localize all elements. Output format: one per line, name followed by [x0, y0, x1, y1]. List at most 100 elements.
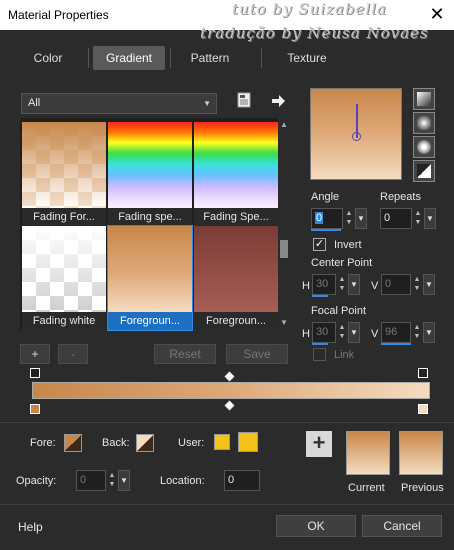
rectangular-style-button[interactable]: [413, 112, 435, 134]
tab-divider: [170, 48, 171, 68]
gradient-preview: [108, 226, 192, 312]
bottom-midpoint-diamond[interactable]: [224, 400, 235, 411]
remove-gradient-button[interactable]: -: [58, 344, 88, 364]
center-v-dropdown[interactable]: ▼: [423, 274, 435, 295]
save-button[interactable]: Save: [226, 344, 288, 364]
gradient-fading-spectrum-1[interactable]: Fading spe...: [108, 122, 192, 226]
section-divider: [0, 422, 454, 423]
angle-spinner[interactable]: ▲ ▼: [343, 208, 355, 229]
add-to-swatches-button[interactable]: +: [306, 431, 332, 457]
gradient-preview: [22, 226, 106, 312]
center-h-dropdown[interactable]: ▼: [348, 274, 360, 295]
current-label: Current: [348, 482, 385, 494]
arrow-right-icon[interactable]: [270, 93, 286, 109]
gradient-foreground-dark[interactable]: Foregroun...: [194, 226, 278, 330]
focal-h-slider-bar[interactable]: [312, 343, 328, 345]
angle-input[interactable]: 0: [311, 208, 343, 229]
focal-v-input[interactable]: 96: [381, 322, 411, 343]
center-h-input[interactable]: 30: [312, 274, 336, 295]
previous-gradient-swatch[interactable]: [399, 431, 443, 475]
tab-color[interactable]: Color: [12, 46, 84, 70]
back-color-swatch[interactable]: [136, 434, 154, 452]
link-checkbox[interactable]: [313, 348, 326, 361]
focal-h-input[interactable]: 30: [312, 322, 336, 343]
gradient-preview: [108, 122, 192, 208]
focal-v-spinner[interactable]: ▲ ▼: [411, 322, 423, 343]
tab-gradient[interactable]: Gradient: [93, 46, 165, 70]
focal-v-dropdown[interactable]: ▼: [423, 322, 435, 343]
focal-h-label: H: [302, 328, 310, 340]
tab-texture[interactable]: Texture: [270, 46, 344, 70]
reset-button[interactable]: Reset: [154, 344, 216, 364]
gradient-editor-bar[interactable]: [32, 382, 430, 399]
angle-dropdown[interactable]: ▼: [355, 208, 367, 229]
angle-value: 0: [315, 212, 324, 224]
close-button[interactable]: ✕: [426, 5, 448, 25]
location-input[interactable]: 0: [224, 470, 260, 491]
center-h-slider-bar[interactable]: [312, 295, 328, 297]
ok-button[interactable]: OK: [276, 515, 356, 537]
top-midpoint-diamond[interactable]: [224, 371, 235, 382]
gradient-label: Foregroun...: [108, 312, 192, 330]
add-gradient-button[interactable]: +: [20, 344, 50, 364]
gradient-label: Fading For...: [22, 208, 106, 226]
user-color-small[interactable]: [214, 434, 230, 450]
link-label: Link: [334, 349, 355, 361]
scroll-down-icon[interactable]: ▼: [278, 318, 290, 328]
angle-slider-bar[interactable]: [311, 229, 341, 231]
fore-label: Fore:: [30, 437, 56, 449]
gradient-label: Foregroun...: [194, 312, 278, 330]
fore-color-swatch[interactable]: [64, 434, 82, 452]
scroll-thumb[interactable]: [280, 240, 288, 258]
center-v-spinner[interactable]: ▲ ▼: [411, 274, 423, 295]
center-h-spinner[interactable]: ▲ ▼: [336, 274, 348, 295]
back-label: Back:: [102, 437, 130, 449]
user-label: User:: [178, 437, 205, 449]
repeats-dropdown[interactable]: ▼: [424, 208, 436, 229]
sunburst-style-button[interactable]: [413, 136, 435, 158]
category-value: All: [28, 97, 41, 109]
repeats-input[interactable]: 0: [380, 208, 412, 229]
gradient-fading-spectrum-2[interactable]: Fading Spe...: [194, 122, 278, 226]
focal-h-dropdown[interactable]: ▼: [348, 322, 360, 343]
repeats-spinner[interactable]: ▲ ▼: [412, 208, 424, 229]
radial-style-button[interactable]: [413, 160, 435, 182]
center-v-label: V: [371, 280, 379, 292]
start-color-stop[interactable]: [30, 404, 40, 414]
invert-checkbox[interactable]: ✓: [313, 238, 326, 251]
top-end-marker[interactable]: [418, 368, 428, 378]
focal-v-slider-bar[interactable]: [381, 343, 411, 345]
gradient-label: Fading spe...: [108, 208, 192, 226]
repeats-label: Repeats: [380, 191, 421, 203]
watermark-credit-2: tradução by Neusa Novaes: [200, 24, 429, 42]
opacity-spinner[interactable]: ▲ ▼: [106, 470, 118, 491]
location-label: Location:: [160, 475, 205, 487]
category-dropdown[interactable]: All ▼: [21, 93, 217, 114]
footer-divider: [0, 504, 454, 505]
linear-style-button[interactable]: [413, 88, 435, 110]
scroll-up-icon[interactable]: ▲: [278, 120, 290, 130]
tab-pattern[interactable]: Pattern: [174, 46, 246, 70]
angle-indicator-handle[interactable]: [352, 132, 361, 141]
user-color-swatch[interactable]: [238, 432, 258, 452]
focal-h-spinner[interactable]: ▲ ▼: [336, 322, 348, 343]
top-start-marker[interactable]: [30, 368, 40, 378]
center-v-input[interactable]: 0: [381, 274, 411, 295]
watermark-credit-1: tuto by Suizabella: [232, 0, 387, 18]
gradient-scrollbar[interactable]: [278, 118, 290, 330]
gradient-fading-white[interactable]: Fading white: [22, 226, 106, 330]
invert-label: Invert: [334, 239, 362, 251]
end-color-stop[interactable]: [418, 404, 428, 414]
gradient-preview: [22, 122, 106, 208]
cancel-button[interactable]: Cancel: [362, 515, 442, 537]
gradient-fading-foreground[interactable]: Fading For...: [22, 122, 106, 226]
chevron-down-icon: ▼: [203, 99, 211, 108]
document-options-icon[interactable]: [236, 92, 252, 108]
gradient-foreground-background[interactable]: Foregroun...: [107, 225, 193, 331]
opacity-dropdown[interactable]: ▼: [118, 470, 130, 491]
focal-point-label: Focal Point: [311, 305, 367, 317]
gradient-label: Fading Spe...: [194, 208, 278, 226]
opacity-input[interactable]: 0: [76, 470, 106, 491]
gradient-library: Fading For... Fading spe... Fading Spe..…: [20, 118, 278, 331]
help-link[interactable]: Help: [18, 520, 43, 534]
